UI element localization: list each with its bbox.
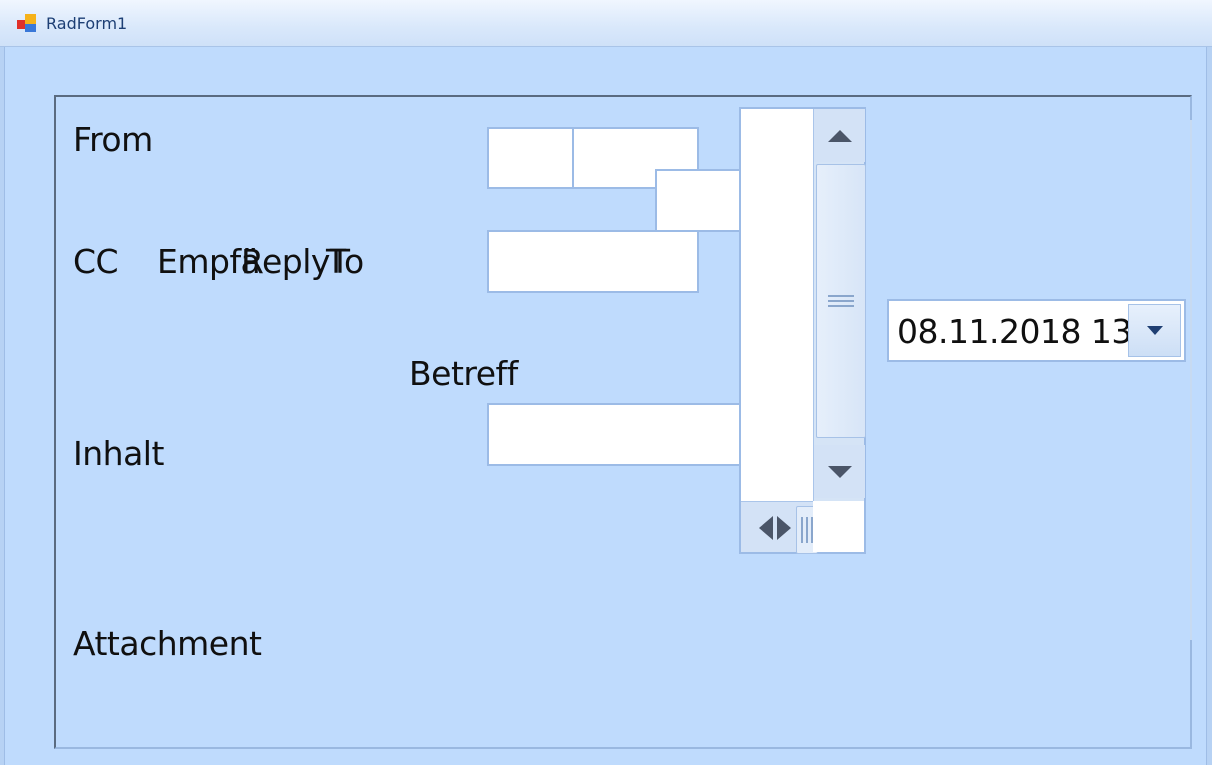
- panel-edge: [1190, 120, 1192, 640]
- app-icon: [17, 13, 39, 33]
- vertical-scroll-thumb[interactable]: [816, 164, 866, 438]
- attachment-label: Attachment: [73, 624, 262, 663]
- title-bar: RadForm1: [0, 0, 1212, 47]
- from-label: From: [73, 120, 153, 159]
- dropdown-arrow-icon: [1146, 326, 1163, 335]
- date-time-picker[interactable]: 08.11.2018 13:: [887, 299, 1186, 362]
- content-label: Inhalt: [73, 434, 164, 473]
- subject-label: Betreff: [409, 354, 518, 393]
- grip-icon: [828, 295, 854, 307]
- window-border-right: [1206, 47, 1212, 765]
- scroll-up-button[interactable]: [814, 109, 865, 162]
- chevron-up-icon: [827, 129, 852, 142]
- chevron-down-icon: [827, 465, 852, 478]
- window-border-left: [0, 47, 5, 765]
- scroll-down-button[interactable]: [814, 445, 865, 498]
- from-input-small[interactable]: [487, 127, 574, 189]
- left-right-arrows-icon: [759, 516, 791, 540]
- window-title: RadForm1: [46, 14, 128, 33]
- vertical-scrollbar[interactable]: [813, 109, 866, 501]
- cc-label: CC: [73, 242, 119, 281]
- to-label: T: [326, 242, 346, 281]
- cc-input[interactable]: [487, 230, 699, 293]
- date-picker-dropdown-button[interactable]: [1128, 304, 1181, 357]
- attachment-listbox[interactable]: [739, 107, 866, 554]
- date-time-value[interactable]: 08.11.2018 13:: [897, 312, 1143, 351]
- scrollbar-corner: [813, 501, 864, 552]
- horizontal-scrollbar[interactable]: [741, 501, 818, 554]
- grip-icon: [801, 517, 813, 543]
